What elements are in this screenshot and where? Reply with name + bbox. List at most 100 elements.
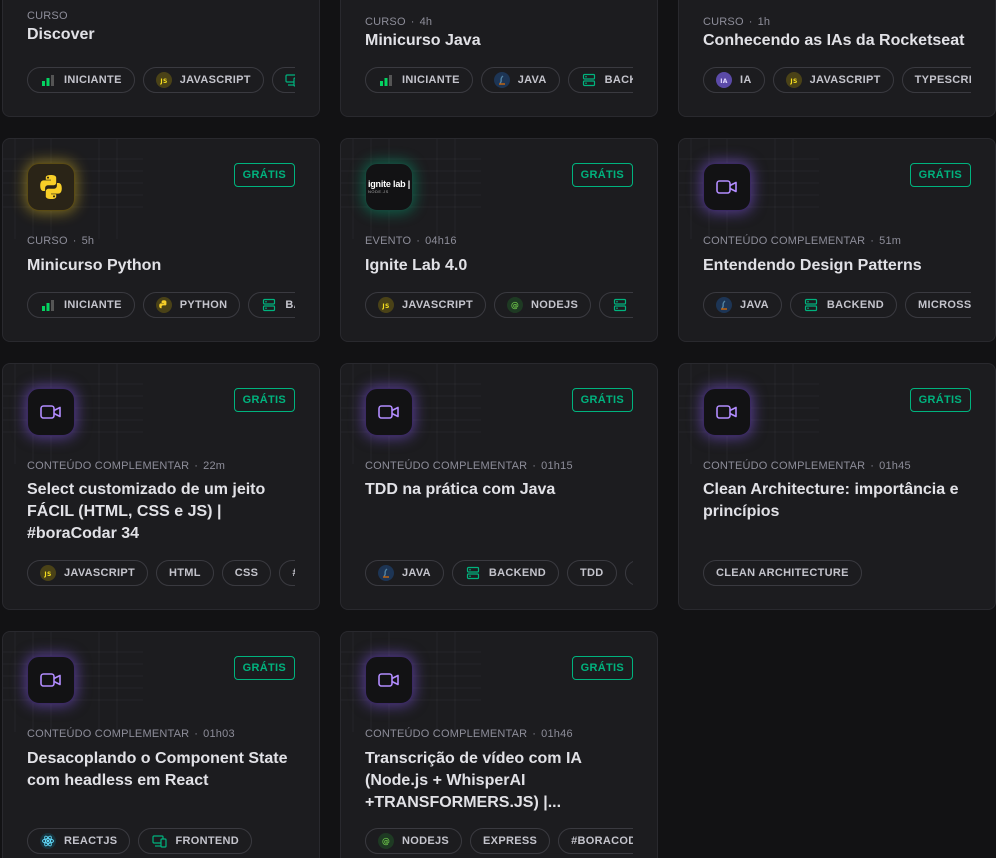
tag-chip[interactable]: HTML (156, 560, 214, 586)
tag-chip[interactable]: BACKEND (599, 292, 633, 318)
card-meta: CURSO · 1h (703, 16, 770, 28)
tag-chip[interactable]: JS JAVASCRIPT (365, 292, 487, 318)
card-meta: CONTEÚDO COMPLEMENTAR · 51m (703, 235, 901, 247)
tag-list: JAVA BACKEND MICROSSERVIÇOS (703, 292, 971, 320)
content-card[interactable]: GRÁTIS CURSO · 5h Minicurso Python INICIANTE P… (2, 138, 320, 342)
tag-label: JAVA (517, 74, 547, 86)
tag-chip[interactable]: INICIANTE (365, 67, 473, 93)
content-type: CURSO (27, 235, 68, 247)
content-card[interactable]: GRÁTIS CONTEÚDO COMPLEMENTAR · 22m Select cu… (2, 363, 320, 610)
tag-chip[interactable]: TYPESCRIPT (901, 67, 971, 93)
video-camera-icon (27, 656, 75, 704)
tag-chip[interactable]: JAVA (480, 67, 560, 93)
card-meta: CONTEÚDO COMPLEMENTAR · 22m (27, 460, 225, 472)
tag-list: REACTJS FRONTEND (27, 828, 295, 856)
content-card[interactable]: ignite lab | NODE.JS GRÁTIS EVENTO · 04h16 Ign… (340, 138, 658, 342)
card-meta: CURSO · 4h (365, 16, 432, 28)
tag-chip[interactable]: BACKEND (789, 292, 898, 318)
tag-chip[interactable]: CLEAN ARCHITECTURE (703, 560, 862, 586)
content-card[interactable]: GRÁTIS CONTEÚDO COMPLEMENTAR · 51m Entendend… (678, 138, 996, 342)
tag-chip[interactable]: BACKEND (451, 560, 560, 586)
tag-chip[interactable]: PYTHON (142, 292, 241, 318)
tag-chip[interactable]: BACKEND (248, 292, 295, 318)
tag-label: INICIANTE (402, 74, 460, 86)
tag-chip[interactable]: IA IA (703, 67, 765, 93)
tag-chip[interactable] (271, 67, 295, 93)
server-icon (465, 565, 481, 581)
card-title[interactable]: Entendendo Design Patterns (703, 255, 975, 277)
tag-chip[interactable]: TDD (567, 560, 617, 586)
card-meta: CONTEÚDO COMPLEMENTAR · 01h15 (365, 460, 573, 472)
tag-chip[interactable]: INICIANTE (27, 292, 135, 318)
tag-chip[interactable]: #BORACODAR (558, 828, 633, 854)
react-icon (40, 833, 56, 849)
video-camera-icon (27, 388, 75, 436)
content-card[interactable]: GRÁTIS CONTEÚDO COMPLEMENTAR · 01h03 Desacop… (2, 631, 320, 858)
free-badge: GRÁTIS (909, 163, 971, 187)
card-title[interactable]: Minicurso Python (27, 255, 299, 277)
tag-chip[interactable]: REACTJS (27, 828, 131, 854)
tag-label: TYPESCRIPT (914, 74, 971, 86)
meta-separator: · (194, 460, 199, 472)
tag-chip[interactable]: EXPRESS (470, 828, 551, 854)
tag-chip[interactable]: @ NODEJS (494, 292, 592, 318)
svg-text:JS: JS (789, 78, 797, 85)
content-card[interactable]: CURSO · 4h Minicurso Java INICIANTE JAVA BACKE… (340, 0, 658, 117)
card-title[interactable]: Transcrição de vídeo com IA (Node.js + W… (365, 748, 637, 814)
tag-chip[interactable]: JS JAVASCRIPT (27, 560, 149, 586)
tag-chip[interactable]: JAVA (703, 292, 782, 318)
tag-chip[interactable]: INICIANTE (27, 67, 135, 93)
tag-chip[interactable]: @ NODEJS (365, 828, 463, 854)
content-type: CONTEÚDO COMPLEMENTAR (703, 235, 866, 247)
tag-chip[interactable]: MICROSSERVIÇOS (905, 292, 971, 318)
tag-label: JAVASCRIPT (179, 74, 251, 86)
content-duration: 1h (757, 16, 771, 28)
tag-list: IA IA JS JAVASCRIPT TYPESCRIPT (703, 67, 971, 95)
content-card[interactable]: GRÁTIS CONTEÚDO COMPLEMENTAR · 01h46 Transcr… (340, 631, 658, 858)
tag-chip[interactable]: CSS (221, 560, 272, 586)
card-meta: CONTEÚDO COMPLEMENTAR · 01h45 (703, 460, 911, 472)
java-icon (716, 297, 732, 313)
meta-separator: · (72, 235, 77, 247)
javascript-icon: JS (378, 297, 394, 313)
content-card[interactable]: CURSO Discover INICIANTE JS JAVASCRIPT (2, 0, 320, 117)
level-bars-icon (40, 297, 56, 313)
card-title[interactable]: Select customizado de um jeito FÁCIL (HT… (27, 479, 299, 545)
card-title[interactable]: Discover (27, 24, 299, 46)
content-type: CURSO (365, 16, 406, 28)
content-duration: 4h (419, 16, 433, 28)
content-card[interactable]: GRÁTIS CONTEÚDO COMPLEMENTAR · 01h45 Clean A… (678, 363, 996, 610)
meta-separator: · (416, 235, 421, 247)
card-title[interactable]: Clean Architecture: importância e princí… (703, 479, 975, 523)
tag-chip[interactable]: #BORACODAR (279, 560, 295, 586)
card-meta: CONTEÚDO COMPLEMENTAR · 01h46 (365, 728, 573, 740)
card-title[interactable]: Minicurso Java (365, 30, 637, 52)
tag-chip[interactable]: SPRING (624, 560, 633, 586)
content-card[interactable]: GRÁTIS CONTEÚDO COMPLEMENTAR · 01h15 TDD na … (340, 363, 658, 610)
meta-separator: · (410, 16, 415, 28)
tag-chip[interactable]: JS JAVASCRIPT (142, 67, 264, 93)
card-title[interactable]: Conhecendo as IAs da Rocketseat (703, 30, 975, 52)
content-type: CONTEÚDO COMPLEMENTAR (365, 728, 528, 740)
content-type: CONTEÚDO COMPLEMENTAR (703, 460, 866, 472)
card-title[interactable]: Desacoplando o Component State com headl… (27, 748, 299, 792)
devices-icon (151, 833, 167, 849)
card-title[interactable]: TDD na prática com Java (365, 479, 637, 501)
tag-chip[interactable]: JS JAVASCRIPT (772, 67, 894, 93)
tag-list: INICIANTE JAVA BACKEND (365, 67, 633, 95)
content-duration: 04h16 (425, 235, 457, 247)
ignite-lab-logo-sub: NODE.JS (367, 189, 389, 194)
content-duration: 01h15 (541, 460, 573, 472)
content-duration: 51m (879, 235, 902, 247)
content-card[interactable]: CURSO · 1h Conhecendo as IAs da Rocketseat I… (678, 0, 996, 117)
tag-label: #BORACODAR (292, 567, 295, 579)
ignite-lab-logo: ignite lab | NODE.JS (365, 163, 413, 211)
tag-label: NODEJS (531, 299, 579, 311)
tag-chip[interactable]: BACKEND (567, 67, 633, 93)
tag-label: BACKEND (604, 74, 633, 86)
content-type: CURSO (703, 16, 744, 28)
ignite-lab-logo-text: ignite lab | (367, 179, 411, 189)
tag-chip[interactable]: JAVA (365, 560, 444, 586)
tag-chip[interactable]: FRONTEND (138, 828, 252, 854)
card-title[interactable]: Ignite Lab 4.0 (365, 255, 637, 277)
